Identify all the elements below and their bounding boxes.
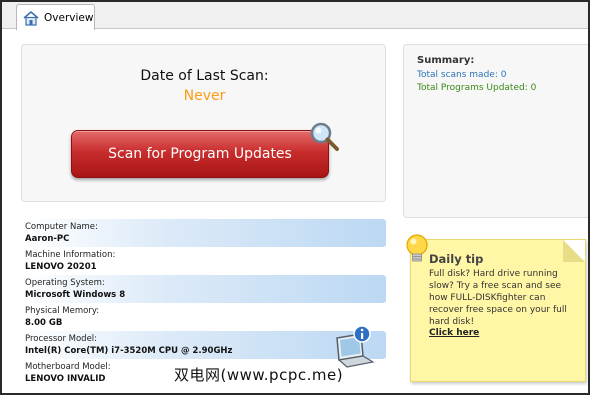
lightbulb-icon <box>406 234 428 262</box>
daily-tip-panel: Daily tip Full disk? Hard drive running … <box>410 239 586 382</box>
info-value: Microsoft Windows 8 <box>25 290 126 300</box>
info-value: LENOVO 20201 <box>25 262 97 272</box>
total-scans-text: Total scans made: 0 <box>417 70 507 80</box>
scan-for-updates-button[interactable]: Scan for Program Updates <box>71 130 329 178</box>
watermark: 双电网(www.pcpc.me) <box>174 366 344 384</box>
tab-overview-label: Overview <box>44 11 94 24</box>
info-label: Computer Name: <box>25 222 98 232</box>
click-here-link[interactable]: Click here <box>429 328 479 338</box>
page-curl <box>563 240 585 262</box>
tab-overview[interactable]: Overview <box>16 4 95 30</box>
daily-tip-body: Full disk? Hard drive running slow? Try … <box>429 269 567 327</box>
app-window: Overview Date of Last Scan: Never Scan f… <box>0 0 590 395</box>
last-scan-title: Date of Last Scan: <box>140 68 269 84</box>
info-row-operating-system: Operating System: Microsoft Windows 8 <box>21 275 386 303</box>
last-scan-value: Never <box>183 88 226 104</box>
summary-title: Summary: <box>417 55 475 66</box>
info-row-computer-name: Computer Name: Aaron-PC <box>21 219 386 247</box>
daily-tip-title: Daily tip <box>429 252 484 266</box>
info-label: Physical Memory: <box>25 306 100 316</box>
home-icon <box>23 10 39 26</box>
laptop-info-icon <box>336 325 375 368</box>
scan-panel: Date of Last Scan: Never Scan for Progra… <box>21 44 386 202</box>
tab-bar: Overview <box>2 2 588 30</box>
total-updated-text: Total Programs Updated: 0 <box>417 83 537 93</box>
info-label: Machine Information: <box>25 250 116 260</box>
info-row-machine-information: Machine Information: LENOVO 20201 <box>21 247 386 275</box>
info-label: Operating System: <box>25 278 105 288</box>
summary-panel: Summary: Total scans made: 0 Total Progr… <box>403 44 588 218</box>
magnifier-icon <box>310 122 339 151</box>
info-value: Aaron-PC <box>25 234 70 244</box>
